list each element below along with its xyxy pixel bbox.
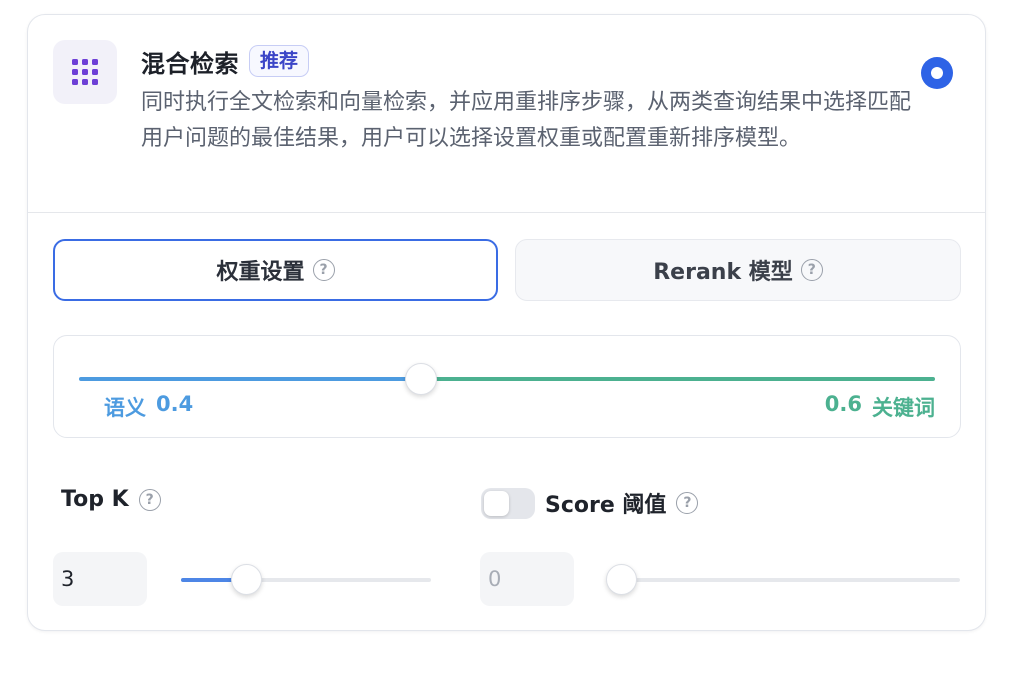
keyword-weight-label: 0.6 关键词 [825, 392, 935, 422]
weight-slider-panel: 语义 0.4 0.6 关键词 [53, 335, 961, 438]
tab-rerank-model[interactable]: Rerank 模型 ? [515, 239, 961, 301]
tab-rerank-model-label: Rerank 模型 [653, 260, 793, 285]
recommended-badge: 推荐 [249, 45, 310, 77]
help-icon[interactable]: ? [312, 259, 335, 281]
help-icon[interactable]: ? [676, 492, 699, 514]
retrieval-mode-card: 混合检索 推荐 同时执行全文检索和向量检索，并应用重排序步骤，从两类查询结果中选… [27, 14, 986, 631]
score-threshold-slider[interactable] [606, 564, 960, 595]
top-k-slider-thumb[interactable] [231, 564, 262, 595]
grid-dots-icon [53, 40, 117, 104]
score-threshold-toggle[interactable] [481, 487, 535, 519]
semantic-label-text: 语义 [104, 396, 146, 420]
mode-radio-button[interactable] [921, 57, 953, 89]
keyword-weight-track[interactable] [427, 377, 935, 381]
score-threshold-input[interactable] [480, 552, 574, 606]
header-divider [28, 212, 985, 213]
help-icon[interactable]: ? [800, 259, 823, 281]
top-k-slider[interactable] [181, 564, 431, 595]
top-k-setting-label: Top K ? [61, 487, 161, 512]
keyword-value: 0.6 [824, 392, 862, 416]
help-icon[interactable]: ? [138, 488, 161, 511]
semantic-value: 0.4 [156, 392, 194, 416]
tab-weight-settings-label: 权重设置 [216, 260, 305, 285]
hybrid-search-option[interactable]: 混合检索 推荐 同时执行全文检索和向量检索，并应用重排序步骤，从两类查询结果中选… [28, 15, 985, 213]
mode-title: 混合检索 [141, 49, 239, 78]
top-k-input[interactable] [53, 552, 147, 606]
mode-description: 同时执行全文检索和向量检索，并应用重排序步骤，从两类查询结果中选择匹配用户问题的… [141, 90, 912, 151]
score-threshold-setting-label: Score 阈值 ? [481, 487, 699, 519]
score-threshold-slider-thumb[interactable] [606, 564, 637, 595]
score-threshold-label: Score 阈值 [545, 493, 667, 518]
top-k-label: Top K [61, 487, 129, 512]
keyword-label-text: 关键词 [872, 396, 935, 420]
toggle-knob [484, 490, 509, 516]
tab-weight-settings[interactable]: 权重设置 ? [53, 239, 498, 301]
mode-title-row: 混合检索 推荐 [141, 43, 310, 79]
weight-slider-thumb[interactable] [405, 363, 438, 395]
semantic-weight-track[interactable] [79, 377, 416, 381]
radio-selected-dot [931, 67, 943, 79]
semantic-weight-label: 语义 0.4 [104, 392, 193, 422]
